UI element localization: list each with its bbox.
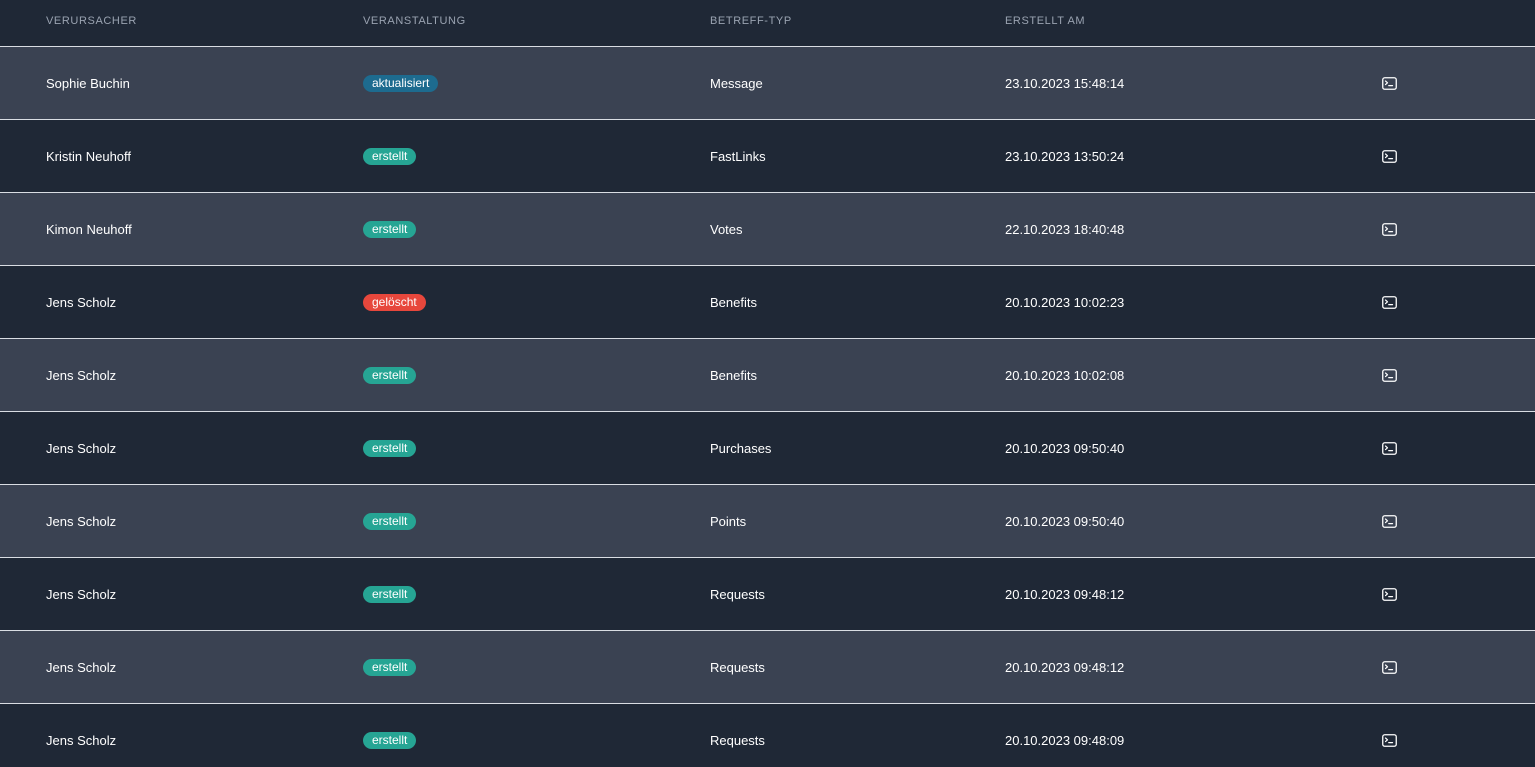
user-name: Jens Scholz	[46, 294, 117, 310]
subject-type: Votes	[710, 221, 743, 237]
event-badge: erstellt	[363, 585, 417, 603]
terminal-icon-glyph	[1382, 295, 1397, 309]
user-name: Jens Scholz	[46, 367, 117, 383]
terminal-icon[interactable]	[1381, 76, 1398, 91]
user-name: Jens Scholz	[46, 586, 117, 602]
column-header-verursacher[interactable]: Verursacher	[46, 15, 137, 27]
table-row: Kristin Neuhoff erstellt FastLinks 23.10…	[0, 120, 1535, 193]
subject-type: Points	[710, 513, 747, 529]
user-name: Kristin Neuhoff	[46, 148, 132, 164]
terminal-icon[interactable]	[1381, 441, 1398, 456]
created-timestamp: 20.10.2023 10:02:23	[1005, 294, 1125, 310]
event-cell: erstellt	[363, 558, 417, 630]
subject-type: Benefits	[710, 294, 757, 310]
table-row: Jens Scholz erstellt Benefits 20.10.2023…	[0, 339, 1535, 412]
terminal-icon[interactable]	[1381, 149, 1398, 164]
table-row: Jens Scholz erstellt Purchases 20.10.202…	[0, 412, 1535, 485]
event-badge: aktualisiert	[363, 74, 439, 92]
subject-type: Requests	[710, 659, 765, 675]
event-badge: erstellt	[363, 147, 417, 165]
event-badge: erstellt	[363, 512, 417, 530]
table-row: Jens Scholz erstellt Points 20.10.2023 0…	[0, 485, 1535, 558]
terminal-icon-glyph	[1382, 514, 1397, 528]
event-cell: gelöscht	[363, 266, 426, 338]
event-badge: erstellt	[363, 366, 417, 384]
event-badge: erstellt	[363, 439, 417, 457]
user-name: Kimon Neuhoff	[46, 221, 132, 237]
created-timestamp: 23.10.2023 13:50:24	[1005, 148, 1125, 164]
event-cell: erstellt	[363, 631, 417, 703]
log-details-cell	[1381, 412, 1398, 484]
table-body: Sophie Buchin aktualisiert Message 23.10…	[0, 47, 1535, 767]
event-badge: gelöscht	[363, 293, 426, 311]
user-name: Jens Scholz	[46, 732, 117, 748]
log-details-cell	[1381, 558, 1398, 630]
column-header-veranstaltung[interactable]: Veranstaltung	[363, 15, 466, 27]
event-cell: erstellt	[363, 339, 417, 411]
event-badge: erstellt	[363, 658, 417, 676]
table-row: Jens Scholz erstellt Requests 20.10.2023…	[0, 558, 1535, 631]
table-row: Jens Scholz erstellt Requests 20.10.2023…	[0, 704, 1535, 767]
audit-log-table: Verursacher Veranstaltung Betreff-Typ Er…	[0, 0, 1535, 767]
created-timestamp: 20.10.2023 09:48:09	[1005, 732, 1125, 748]
created-timestamp: 20.10.2023 09:48:12	[1005, 586, 1125, 602]
user-name: Sophie Buchin	[46, 75, 130, 91]
created-timestamp: 22.10.2023 18:40:48	[1005, 221, 1125, 237]
log-details-cell	[1381, 193, 1398, 265]
table-row: Jens Scholz erstellt Requests 20.10.2023…	[0, 631, 1535, 704]
created-timestamp: 20.10.2023 09:50:40	[1005, 513, 1125, 529]
table-row: Jens Scholz gelöscht Benefits 20.10.2023…	[0, 266, 1535, 339]
user-name: Jens Scholz	[46, 440, 117, 456]
subject-type: Requests	[710, 586, 765, 602]
terminal-icon-glyph	[1382, 441, 1397, 455]
terminal-icon[interactable]	[1381, 514, 1398, 529]
column-header-betreff-typ[interactable]: Betreff-Typ	[710, 15, 792, 27]
created-timestamp: 20.10.2023 09:50:40	[1005, 440, 1125, 456]
terminal-icon[interactable]	[1381, 587, 1398, 602]
subject-type: FastLinks	[710, 148, 766, 164]
log-details-cell	[1381, 485, 1398, 557]
terminal-icon-glyph	[1382, 733, 1397, 747]
terminal-icon-glyph	[1382, 149, 1397, 163]
user-name: Jens Scholz	[46, 513, 117, 529]
table-row: Kimon Neuhoff erstellt Votes 22.10.2023 …	[0, 193, 1535, 266]
created-timestamp: 20.10.2023 10:02:08	[1005, 367, 1125, 383]
event-cell: erstellt	[363, 120, 417, 192]
log-details-cell	[1381, 120, 1398, 192]
event-cell: erstellt	[363, 193, 417, 265]
terminal-icon-glyph	[1382, 76, 1397, 90]
terminal-icon[interactable]	[1381, 368, 1398, 383]
log-details-cell	[1381, 704, 1398, 767]
subject-type: Benefits	[710, 367, 757, 383]
table-header: Verursacher Veranstaltung Betreff-Typ Er…	[0, 0, 1535, 47]
event-badge: erstellt	[363, 220, 417, 238]
terminal-icon[interactable]	[1381, 295, 1398, 310]
event-cell: erstellt	[363, 412, 417, 484]
log-details-cell	[1381, 266, 1398, 338]
terminal-icon-glyph	[1382, 660, 1397, 674]
terminal-icon[interactable]	[1381, 733, 1398, 748]
log-details-cell	[1381, 339, 1398, 411]
user-name: Jens Scholz	[46, 659, 117, 675]
subject-type: Requests	[710, 732, 765, 748]
terminal-icon-glyph	[1382, 222, 1397, 236]
log-details-cell	[1381, 47, 1398, 119]
terminal-icon[interactable]	[1381, 222, 1398, 237]
column-header-erstellt-am[interactable]: Erstellt am	[1005, 15, 1085, 27]
subject-type: Message	[710, 75, 763, 91]
terminal-icon-glyph	[1382, 587, 1397, 601]
table-row: Sophie Buchin aktualisiert Message 23.10…	[0, 47, 1535, 120]
event-badge: erstellt	[363, 731, 417, 749]
created-timestamp: 20.10.2023 09:48:12	[1005, 659, 1125, 675]
event-cell: erstellt	[363, 485, 417, 557]
terminal-icon-glyph	[1382, 368, 1397, 382]
event-cell: erstellt	[363, 704, 417, 767]
log-details-cell	[1381, 631, 1398, 703]
terminal-icon[interactable]	[1381, 660, 1398, 675]
subject-type: Purchases	[710, 440, 772, 456]
created-timestamp: 23.10.2023 15:48:14	[1005, 75, 1125, 91]
event-cell: aktualisiert	[363, 47, 439, 119]
